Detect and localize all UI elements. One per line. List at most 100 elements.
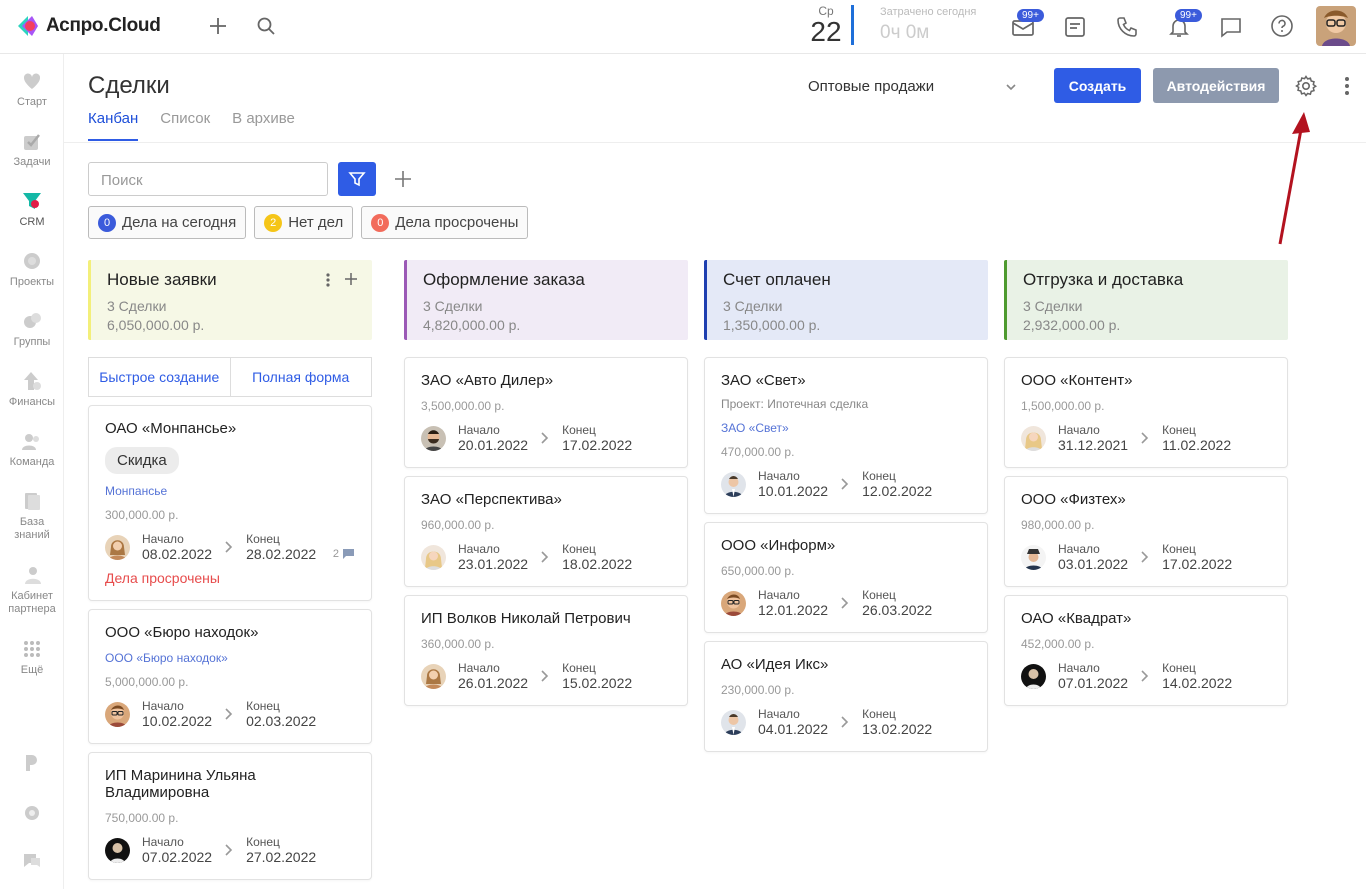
deal-title: ЗАО «Авто Дилер» [421,372,554,389]
column-header[interactable]: Новые заявки 3 Сделки 6,050,000.00 р. [88,260,372,340]
column-header[interactable]: Отгрузка и доставка 3 Сделки 2,932,000.00 … [1004,260,1288,340]
column-count: 3 Сделки [107,298,167,314]
responsible-avatar[interactable] [421,544,446,570]
responsible-avatar[interactable] [105,837,130,863]
today-date[interactable]: Ср 22 [806,4,846,46]
responsible-avatar[interactable] [1021,425,1046,451]
end-date: 11.02.2022 [1162,437,1232,453]
column-add-icon[interactable] [344,272,358,286]
notes-icon[interactable] [1061,13,1089,41]
sidebar-item-label: Задачи [13,156,51,168]
deal-title: ООО «Физтех» [1021,491,1126,508]
help-icon[interactable] [1268,12,1296,40]
chevron-right-icon [225,844,233,856]
chip-label: Дела просрочены [395,214,519,231]
user-avatar[interactable] [1316,6,1356,46]
gear-icon[interactable] [1294,74,1318,98]
deal-card[interactable]: ОАО «Квадрат» 452,000.00 р. Начало 07.01.20… [1004,595,1288,706]
chip-no-tasks[interactable]: 2 Нет дел [254,206,354,239]
chip-overdue[interactable]: 0 Дела просрочены [361,206,529,239]
responsible-avatar[interactable] [721,471,746,497]
column-sum: 4,820,000.00 р. [423,317,521,333]
deal-card[interactable]: ООО «Бюро находок» ООО «Бюро находок» 5,00… [88,609,372,744]
sidebar-item-finance[interactable]: Финансы [0,370,64,408]
deal-card[interactable]: ООО «Контент» 1,500,000.00 р. Начало 31.12.… [1004,357,1288,468]
sidebar-item-tasks[interactable]: Задачи [0,130,64,168]
deal-card[interactable]: ООО «Физтех» 980,000.00 р. Начало 03.01.202… [1004,476,1288,587]
search-icon[interactable] [252,12,280,40]
comments-counter[interactable]: 2 [333,548,355,560]
chevron-right-icon [541,551,549,563]
deal-company-link[interactable]: ООО «Бюро находок» [105,651,355,665]
chat-icon[interactable] [1217,13,1245,41]
deal-card[interactable]: ИП Волков Николай Петрович 360,000.00 р. Н… [404,595,688,706]
deal-card[interactable]: ОАО «Монпансье» Скидка Монпансье 300,000.00… [88,405,372,601]
add-icon[interactable] [204,12,232,40]
deal-card[interactable]: ООО «Информ» 650,000.00 р. Начало 12.01.202… [704,522,988,633]
responsible-avatar[interactable] [105,701,130,727]
start-label: Начало [458,661,500,675]
responsible-avatar[interactable] [1021,663,1046,689]
deal-amount: 5,000,000.00 р. [105,675,189,689]
responsible-avatar[interactable] [1021,544,1046,570]
start-label: Начало [458,423,500,437]
end-date: 15.02.2022 [562,675,633,691]
column-header[interactable]: Счет оплачен 3 Сделки 1,350,000.00 р. [704,260,988,340]
end-label: Конец [246,532,280,546]
responsible-avatar[interactable] [721,590,746,616]
tab-list[interactable]: Список [160,110,210,141]
sidebar-item-start[interactable]: Старт [0,70,64,108]
chevron-right-icon [841,597,849,609]
column-sum: 6,050,000.00 р. [107,317,205,333]
sidebar-item-groups[interactable]: Группы [0,310,64,348]
sidebar-item-projects[interactable]: Проекты [0,250,64,288]
full-form-button[interactable]: Полная форма [231,358,372,396]
deal-dates: Начало 03.01.2022 Конец 17.02.2022 [1021,542,1271,572]
app-logo[interactable]: Аспро.Cloud [14,14,161,38]
deal-company-link[interactable]: ЗАО «Свет» [721,421,971,435]
deal-card[interactable]: ЗАО «Свет» Проект: Ипотечная сделка ЗАО «С… [704,357,988,514]
search-input[interactable]: Поиск [88,162,328,196]
sidebar-item-crm[interactable]: CRM [0,190,64,228]
deal-card[interactable]: ИП Маринина Ульяна Владимировна 750,000.0… [88,752,372,880]
tab-archive[interactable]: В архиве [232,110,295,141]
sidebar-item-label: Старт [17,96,47,108]
end-label: Конец [246,699,280,713]
responsible-avatar[interactable] [421,663,446,689]
tab-kanban[interactable]: Канбан [88,110,139,141]
deal-dates: Начало 26.01.2022 Конец 15.02.2022 [421,661,671,691]
responsible-avatar[interactable] [721,709,746,735]
column-menu-icon[interactable] [326,272,330,288]
sidebar-item-more[interactable]: Ещё [0,638,64,676]
sidebar-support[interactable] [0,850,64,876]
deal-tag[interactable]: Скидка [105,447,179,474]
responsible-avatar[interactable] [421,425,446,451]
grid-icon [24,641,40,657]
start-date: 03.01.2022 [1058,556,1129,572]
sidebar-bottom-logo[interactable] [0,752,64,778]
deal-card[interactable]: ЗАО «Авто Дилер» 3,500,000.00 р. Начало 20.… [404,357,688,468]
time-spent[interactable]: Затрачено сегодня 0ч 0м [880,6,976,44]
sidebar-settings[interactable] [0,802,64,828]
deal-title: ЗАО «Свет» [721,372,806,389]
responsible-avatar[interactable] [105,534,130,560]
sidebar-item-partner[interactable]: Кабинет партнера [0,564,64,616]
chip-today[interactable]: 0 Дела на сегодня [88,206,247,239]
more-options-icon[interactable] [1338,74,1356,98]
deal-company-link[interactable]: Монпансье [105,484,355,498]
column-header[interactable]: Оформление заказа 3 Сделки 4,820,000.00 р. [404,260,688,340]
start-date: 10.01.2022 [758,483,829,499]
auto-actions-button[interactable]: Автодействия [1153,68,1279,103]
pipeline-select[interactable]: Оптовые продажи [808,78,1018,95]
add-filter-icon[interactable] [390,166,416,192]
phone-icon[interactable] [1113,13,1141,41]
deal-card[interactable]: АО «Идея Икс» 230,000.00 р. Начало 04.01.20… [704,641,988,752]
sidebar-item-knowledge[interactable]: База знаний [0,490,64,542]
quick-create-button[interactable]: Быстрое создание [89,358,231,396]
filter-button[interactable] [338,162,376,196]
create-button[interactable]: Создать [1054,68,1141,103]
end-label: Конец [562,423,596,437]
deal-card[interactable]: ЗАО «Перспектива» 960,000.00 р. Начало 23.0… [404,476,688,587]
sidebar-item-team[interactable]: Команда [0,430,64,468]
view-tabs: Канбан Список В архиве [88,110,295,141]
